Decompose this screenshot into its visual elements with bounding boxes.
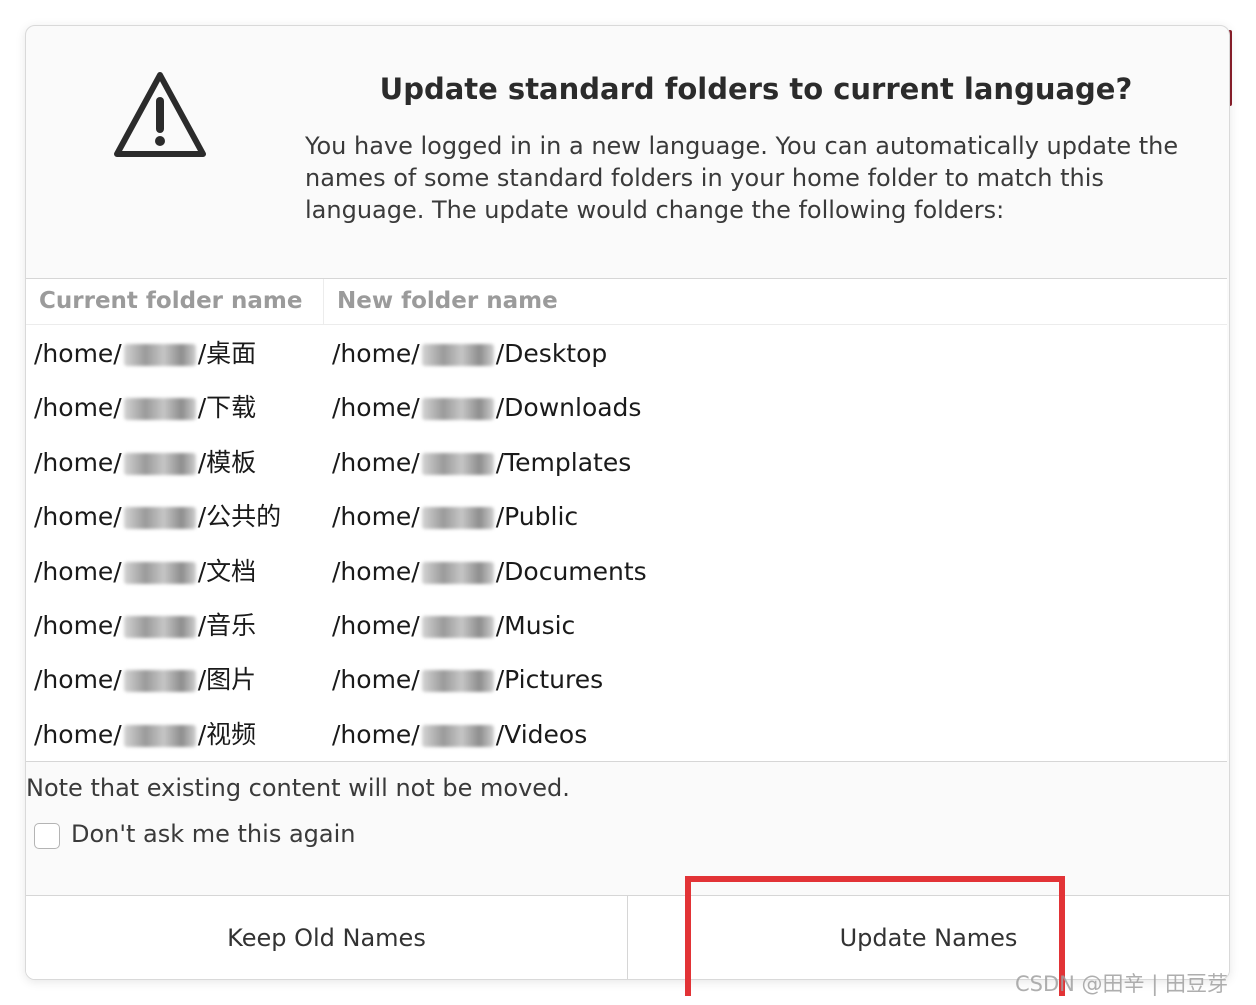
redacted-username <box>421 452 494 475</box>
table-body: /home/ /桌面/home/ /Desktop/home/ /下载/home/ /D… <box>26 327 1227 762</box>
table-row[interactable]: /home/ /公共的/home/ /Public <box>26 490 1227 544</box>
redacted-username <box>421 561 494 584</box>
table-row[interactable]: /home/ /音乐/home/ /Music <box>26 599 1227 653</box>
current-path-suffix: /音乐 <box>197 610 257 640</box>
note-text: Note that existing content will not be m… <box>26 774 570 802</box>
new-folder-cell: /home/ /Videos <box>332 708 587 762</box>
current-path-prefix: /home/ <box>34 556 122 586</box>
new-path-suffix: /Public <box>495 502 579 532</box>
warning-icon <box>114 72 206 157</box>
table-row[interactable]: /home/ /模板/home/ /Templates <box>26 436 1227 490</box>
table-row[interactable]: /home/ /文档/home/ /Documents <box>26 545 1227 599</box>
current-path-prefix: /home/ <box>34 339 122 368</box>
redacted-username <box>421 615 494 638</box>
new-path-suffix: /Templates <box>495 447 632 477</box>
redacted-username <box>123 344 196 366</box>
dont-ask-checkbox[interactable] <box>34 823 60 849</box>
current-folder-cell: /home/ /公共的 <box>34 490 281 544</box>
keep-old-names-button[interactable]: Keep Old Names <box>26 896 628 979</box>
new-folder-cell: /home/ /Documents <box>332 545 647 599</box>
new-path-prefix: /home/ <box>332 447 420 477</box>
new-path-prefix: /home/ <box>332 502 420 532</box>
new-folder-cell: /home/ /Music <box>332 599 575 653</box>
new-path-prefix: /home/ <box>332 393 420 423</box>
current-path-suffix: /文档 <box>197 556 257 586</box>
new-path-suffix: /Pictures <box>495 665 604 695</box>
redacted-username <box>123 398 196 421</box>
current-path-suffix: /下载 <box>197 393 257 423</box>
dialog-message: You have logged in in a new language. Yo… <box>305 132 1179 224</box>
new-path-prefix: /home/ <box>332 339 420 368</box>
new-folder-cell: /home/ /Templates <box>332 436 631 490</box>
new-path-suffix: /Desktop <box>495 339 608 368</box>
redacted-username <box>421 507 494 530</box>
table-row[interactable]: /home/ /桌面/home/ /Desktop <box>26 327 1227 381</box>
redacted-username <box>123 724 196 747</box>
current-path-suffix: /模板 <box>197 447 257 477</box>
redacted-username <box>123 452 196 475</box>
redacted-username <box>421 344 494 366</box>
redacted-username <box>123 615 196 638</box>
new-folder-cell: /home/ /Desktop <box>332 327 607 381</box>
folder-table: Current folder name New folder name /hom… <box>26 278 1227 762</box>
redacted-username <box>421 670 494 693</box>
current-folder-cell: /home/ /模板 <box>34 436 256 490</box>
new-folder-cell: /home/ /Public <box>332 490 578 544</box>
table-row[interactable]: /home/ /视频/home/ /Videos <box>26 708 1227 762</box>
new-path-suffix: /Downloads <box>495 393 642 423</box>
current-folder-cell: /home/ /文档 <box>34 545 256 599</box>
current-folder-cell: /home/ /桌面 <box>34 327 256 381</box>
redacted-username <box>421 398 494 421</box>
dont-ask-label[interactable]: Don't ask me this again <box>71 820 355 848</box>
redacted-username <box>421 724 494 747</box>
new-folder-cell: /home/ /Downloads <box>332 381 641 435</box>
current-folder-cell: /home/ /视频 <box>34 708 256 762</box>
column-header-current[interactable]: Current folder name <box>26 279 324 324</box>
redacted-username <box>123 561 196 584</box>
new-path-prefix: /home/ <box>332 665 420 695</box>
current-path-prefix: /home/ <box>34 502 122 532</box>
current-path-prefix: /home/ <box>34 393 122 423</box>
new-folder-cell: /home/ /Pictures <box>332 653 603 707</box>
column-header-new[interactable]: New folder name <box>325 279 558 324</box>
redacted-username <box>123 507 196 530</box>
table-header: Current folder name New folder name <box>26 279 1227 325</box>
table-row[interactable]: /home/ /下载/home/ /Downloads <box>26 381 1227 435</box>
table-row[interactable]: /home/ /图片/home/ /Pictures <box>26 653 1227 707</box>
new-path-prefix: /home/ <box>332 719 420 749</box>
update-folders-dialog: Update standard folders to current langu… <box>25 25 1230 980</box>
new-path-suffix: /Videos <box>495 719 588 749</box>
current-folder-cell: /home/ /下载 <box>34 381 256 435</box>
current-path-prefix: /home/ <box>34 665 122 695</box>
redacted-username <box>123 670 196 693</box>
current-path-suffix: /图片 <box>197 665 257 695</box>
current-path-suffix: /公共的 <box>197 502 282 532</box>
current-path-suffix: /桌面 <box>197 339 257 368</box>
current-path-prefix: /home/ <box>34 447 122 477</box>
highlight-box <box>685 876 1065 996</box>
new-path-suffix: /Documents <box>495 556 647 586</box>
new-path-prefix: /home/ <box>332 556 420 586</box>
current-folder-cell: /home/ /音乐 <box>34 599 256 653</box>
current-path-prefix: /home/ <box>34 719 122 749</box>
new-path-prefix: /home/ <box>332 610 420 640</box>
dialog-title: Update standard folders to current langu… <box>379 72 1133 106</box>
current-path-suffix: /视频 <box>197 719 257 749</box>
new-path-suffix: /Music <box>495 610 576 640</box>
current-folder-cell: /home/ /图片 <box>34 653 256 707</box>
current-path-prefix: /home/ <box>34 610 122 640</box>
watermark: CSDN @田辛 | 田豆芽 <box>1015 972 1228 996</box>
